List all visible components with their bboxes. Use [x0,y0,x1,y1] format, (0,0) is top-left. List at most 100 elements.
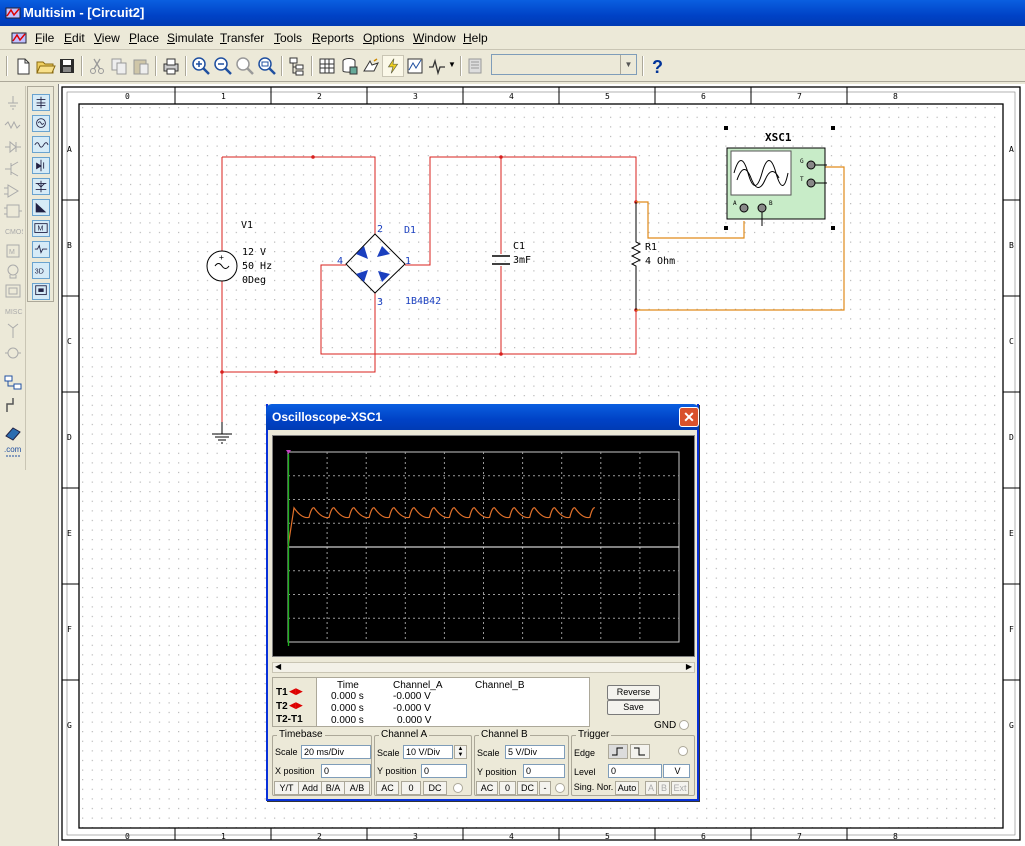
add-mode-button[interactable]: Add [298,781,322,795]
measurement-probe-icon[interactable] [32,283,50,300]
gnd-terminal[interactable] [679,720,689,730]
oscilloscope-window[interactable]: Oscilloscope-XSC1 ✕ ◀ ▶ Time Channel_A C… [266,404,699,801]
oscilloscope-instrument-icon[interactable] [32,157,50,174]
trigger-level-field[interactable]: 0 [608,764,662,778]
database-icon[interactable] [338,55,360,77]
menu-transfer[interactable]: Transfer [220,31,264,45]
ba-mode-button[interactable]: B/A [321,781,345,795]
component-database-icon[interactable] [3,424,23,442]
channel-b-ypos-field[interactable]: 0 [523,764,565,778]
save-button[interactable]: Save [607,700,660,715]
menu-edit[interactable]: Edit [64,31,85,45]
four-channel-scope-icon[interactable] [32,178,50,195]
document-icon[interactable] [10,29,28,47]
channel-b-ac-button[interactable]: AC [476,781,498,795]
help-icon[interactable]: ? [646,55,668,77]
channel-b-zero-button[interactable]: 0 [499,781,516,795]
menu-tools[interactable]: Tools [274,31,302,45]
menu-options[interactable]: Options [363,31,404,45]
channel-a-zero-button[interactable]: 0 [401,781,421,795]
close-button[interactable]: ✕ [679,407,699,427]
opamp-part-icon[interactable] [3,182,23,200]
diode-part-icon[interactable] [3,138,23,156]
menu-window[interactable]: Window [413,31,456,45]
menu-place[interactable]: Place [129,31,159,45]
zoom-area-icon[interactable] [234,55,256,77]
ab-mode-button[interactable]: A/B [344,781,370,795]
open-icon[interactable] [34,55,56,77]
channel-b-dc-button[interactable]: DC [517,781,538,795]
channel-a-ac-button[interactable]: AC [376,781,399,795]
yt-mode-button[interactable]: Y/T [274,781,299,795]
menu-file[interactable]: File [35,31,54,45]
paste-icon[interactable] [130,55,152,77]
ground-part-icon[interactable] [3,94,23,112]
dropdown-arrow-icon[interactable]: ▼ [448,60,456,69]
menu-simulate[interactable]: Simulate [167,31,214,45]
hierarchical-block-icon[interactable] [3,374,23,392]
scroll-right-icon[interactable]: ▶ [686,662,692,671]
reverse-button[interactable]: Reverse [607,685,660,700]
instruments-icon[interactable] [464,55,486,77]
channel-a-ypos-field[interactable]: 0 [421,764,467,778]
t2-cursor-arrows-icon[interactable]: ◀▶ [289,700,303,711]
simulate-icon[interactable] [382,55,404,77]
chevron-down-icon[interactable]: ▼ [620,55,636,74]
spreadsheet-icon[interactable] [316,55,338,77]
channel-b-scale-field[interactable]: 5 V/Div [505,745,565,759]
screen-scrollbar[interactable]: ◀ ▶ [272,662,695,673]
zoom-in-icon[interactable] [190,55,212,77]
waveform-display[interactable] [273,436,694,656]
cmos-part-icon[interactable]: CMOS [3,222,23,240]
scroll-left-icon[interactable]: ◀ [275,662,281,671]
zoom-out-icon[interactable] [212,55,234,77]
oscilloscope-screen[interactable] [272,435,695,657]
logic-analyzer-icon[interactable]: 3D [32,262,50,279]
wire-part-icon[interactable] [3,116,23,134]
word-generator-icon[interactable] [32,241,50,258]
misc-digital-part-icon[interactable]: M [3,242,23,260]
single-button[interactable]: Sing. [573,781,595,795]
menu-help[interactable]: Help [463,31,488,45]
frequency-counter-icon[interactable]: M [32,220,50,237]
channel-a-polarity-toggle[interactable] [453,783,463,793]
menu-reports[interactable]: Reports [312,31,354,45]
bus-icon[interactable] [3,396,23,414]
channel-a-dc-button[interactable]: DC [423,781,447,795]
source-a-button[interactable]: A [645,781,657,795]
rising-edge-button[interactable] [608,744,628,759]
trigger-level-unit[interactable]: V [663,764,690,778]
x-position-field[interactable]: 0 [321,764,371,778]
auto-button[interactable]: Auto [615,781,639,795]
cut-icon[interactable] [86,55,108,77]
transistor-part-icon[interactable] [3,160,23,178]
trigger-source-radio[interactable] [678,746,688,756]
grapher-icon[interactable] [404,55,426,77]
component-wizard-icon[interactable] [360,55,382,77]
multimeter-instrument-icon[interactable] [32,94,50,111]
com-link-icon[interactable]: .com [3,442,23,464]
timebase-scale-field[interactable]: 20 ms/Div [301,745,371,759]
bode-plotter-icon[interactable] [32,199,50,216]
channel-b-minus-button[interactable]: - [539,781,551,795]
zoom-fit-icon[interactable] [256,55,278,77]
channel-a-scale-field[interactable]: 10 V/Div [403,745,453,759]
misc-part-icon[interactable]: MISC [3,302,23,320]
channel-b-polarity-toggle[interactable] [555,783,565,793]
indicator-part-icon[interactable] [3,262,23,280]
ttl-part-icon[interactable] [3,202,23,220]
t1-cursor-arrows-icon[interactable]: ◀▶ [289,686,303,697]
postprocessor-icon[interactable] [426,55,448,77]
rf-part-icon[interactable] [3,322,23,340]
function-generator-icon[interactable] [32,115,50,132]
wattmeter-icon[interactable] [32,136,50,153]
channel-a-scale-spinner[interactable]: ▲ ▼ [454,745,467,759]
copy-icon[interactable] [108,55,130,77]
hierarchy-icon[interactable] [286,55,308,77]
new-icon[interactable] [12,55,34,77]
print-icon[interactable] [160,55,182,77]
oscilloscope-title-bar[interactable]: Oscilloscope-XSC1 ✕ [266,404,699,430]
source-b-button[interactable]: B [658,781,670,795]
power-part-icon[interactable] [3,282,23,300]
source-ext-button[interactable]: Ext [671,781,689,795]
